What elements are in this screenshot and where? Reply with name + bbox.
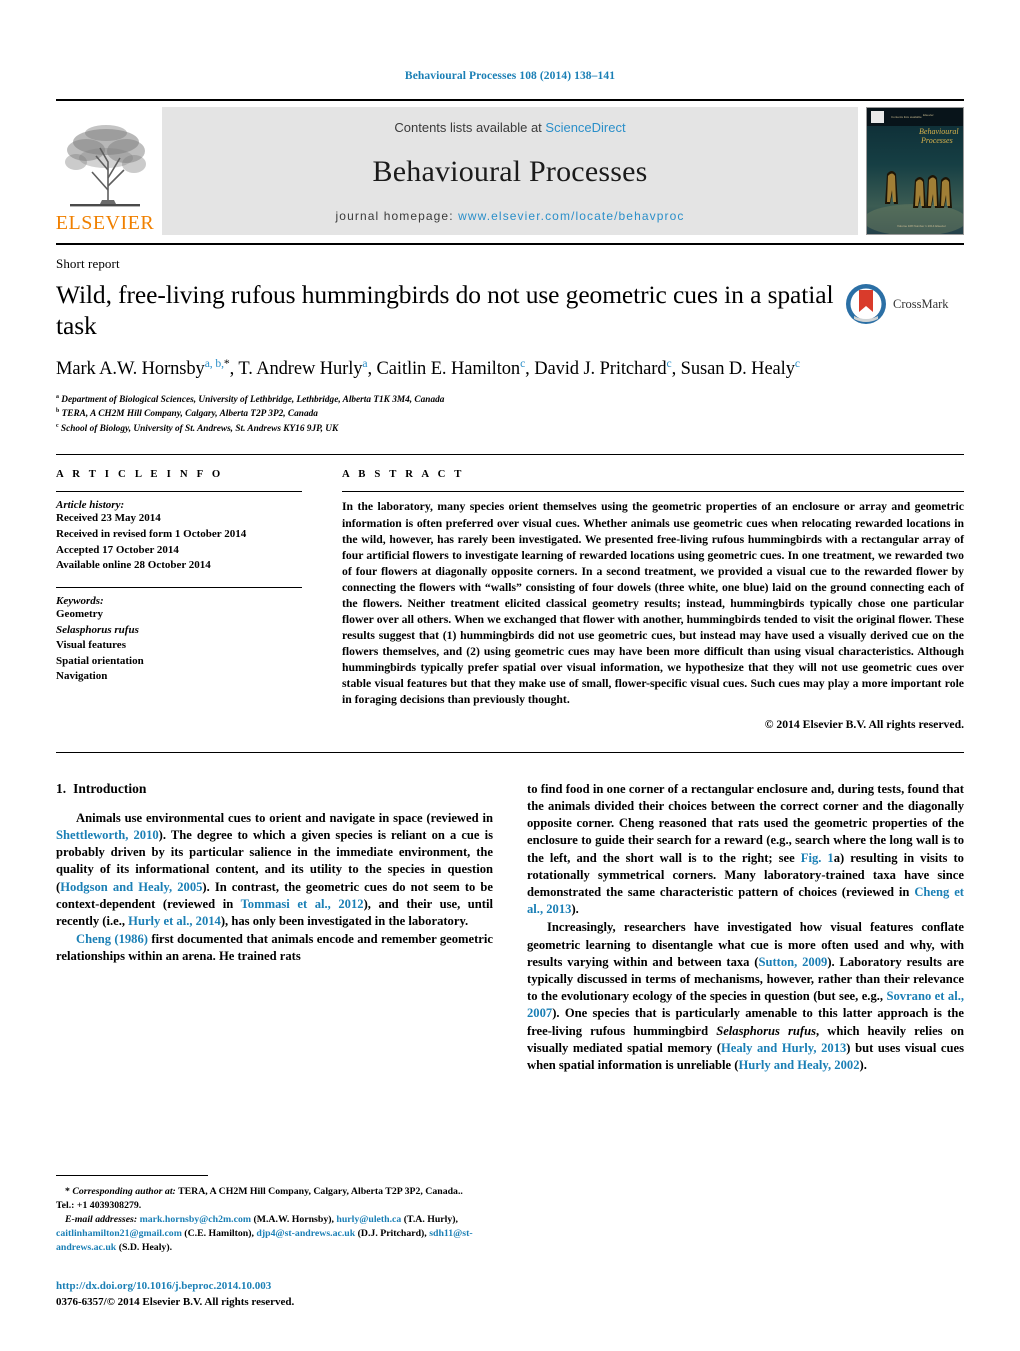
section-heading-introduction: 1. Introduction — [56, 781, 493, 797]
article-type-label: Short report — [56, 256, 120, 271]
keywords-block: Keywords: Geometry Selasphorus rufus Vis… — [56, 586, 302, 685]
abstract-rule — [342, 491, 964, 493]
divider-masthead-bottom — [56, 243, 964, 245]
running-head: Behavioural Processes 108 (2014) 138–141 — [404, 70, 616, 82]
body-column-right: to find food in one corner of a rectangu… — [527, 781, 964, 1075]
paragraph: to find food in one corner of a rectangu… — [527, 781, 964, 917]
affiliation-item: a Department of Biological Sciences, Uni… — [56, 393, 844, 408]
paragraph: Increasingly, researchers have investiga… — [527, 920, 965, 1072]
issn-copyright-line: 0376-6357/© 2014 Elsevier B.V. All right… — [56, 1296, 295, 1309]
abstract-copyright: © 2014 Elsevier B.V. All rights reserved… — [764, 717, 964, 731]
abstract-column: A B S T R A C T In the laboratory, many … — [342, 468, 964, 731]
divider-below-abstract — [56, 751, 964, 753]
affiliation-text: School of Biology, University of St. And… — [60, 424, 339, 435]
doi-block: http://dx.doi.org/10.1016/j.beproc.2014.… — [56, 1279, 294, 1311]
journal-cover-thumbnail: Contents lists available Elsevier Behavi… — [866, 107, 964, 235]
page-title: Wild, free-living rufous hummingbirds do… — [56, 280, 834, 341]
corresponding-author-note: * Corresponding author at: TERA, A CH2M … — [56, 1186, 463, 1212]
paragraph: Animals use environmental cues to orient… — [56, 810, 493, 928]
body-column-left: 1. Introduction Animals use environmental… — [56, 781, 493, 1075]
elsevier-logo: ELSEVIER — [56, 107, 154, 235]
crossmark-label: CrossMark — [893, 296, 949, 311]
abstract-heading: A B S T R A C T — [342, 468, 465, 481]
svg-text:Processes: Processes — [920, 136, 953, 145]
divider-above-abstract — [56, 454, 964, 456]
affiliation-marker: c — [56, 422, 59, 429]
body-columns: 1. Introduction Animals use environmental… — [56, 781, 964, 1075]
article-info-column: A R T I C L E I N F O Article history: R… — [56, 468, 302, 730]
info-abstract-row: A R T I C L E I N F O Article history: R… — [56, 468, 964, 731]
history-revised: Received in revised form 1 October 2014 — [56, 528, 247, 541]
affiliation-text: TERA, A CH2M Hill Company, Calgary, Albe… — [61, 409, 318, 420]
email-addresses-note: E-mail addresses: mark.hornsby@ch2m.com … — [56, 1214, 473, 1254]
svg-text:Behavioural: Behavioural — [919, 127, 959, 136]
journal-homepage-line: journal homepage: www.elsevier.com/locat… — [336, 209, 685, 223]
keyword-item: Visual features — [56, 639, 126, 652]
journal-cover-art: Contents lists available Elsevier Behavi… — [867, 108, 963, 234]
footnote-rule — [56, 1175, 208, 1177]
keyword-item: Spatial orientation — [56, 654, 144, 667]
svg-text:Contents lists available: Contents lists available — [891, 115, 922, 119]
section-title: Introduction — [73, 780, 147, 796]
affiliation-list: a Department of Biological Sciences, Uni… — [56, 393, 844, 437]
doi-link[interactable]: http://dx.doi.org/10.1016/j.beproc.2014.… — [56, 1279, 294, 1295]
contents-prefix: Contents lists available at — [394, 120, 546, 135]
homepage-prefix: journal homepage: — [335, 209, 459, 223]
affiliation-item: b TERA, A CH2M Hill Company, Calgary, Al… — [56, 407, 844, 422]
history-accepted: Accepted 17 October 2014 — [56, 543, 179, 556]
affiliation-text: Department of Biological Sciences, Unive… — [61, 395, 445, 406]
history-received: Received 23 May 2014 — [56, 512, 161, 525]
affiliation-item: c School of Biology, University of St. A… — [56, 422, 844, 437]
section-number: 1. — [56, 780, 67, 796]
affiliation-marker: b — [56, 408, 60, 415]
keyword-item: Navigation — [56, 670, 108, 683]
elsevier-tree-icon — [65, 125, 146, 207]
abstract-text: In the laboratory, many species orient t… — [342, 500, 964, 706]
article-history-label: Article history: — [56, 499, 125, 512]
history-online: Available online 28 October 2014 — [56, 559, 211, 572]
masthead-center-panel: Contents lists available at ScienceDirec… — [162, 107, 858, 235]
journal-masthead: ELSEVIER Contents lists available at Sci… — [56, 107, 964, 235]
crossmark-icon — [846, 284, 886, 324]
journal-article-page: Behavioural Processes 108 (2014) 138–141 — [0, 0, 1020, 1351]
keywords-rule — [56, 586, 302, 588]
article-info-heading: A R T I C L E I N F O — [56, 468, 224, 481]
footnote-block: * Corresponding author at: TERA, A CH2M … — [56, 1175, 482, 1255]
paragraph: Cheng (1986) first documented that anima… — [56, 932, 493, 964]
contents-available-line: Contents lists available at ScienceDirec… — [394, 120, 625, 135]
elsevier-wordmark: ELSEVIER — [55, 212, 155, 234]
svg-text:Volume 108 Number 1 2014 Elsev: Volume 108 Number 1 2014 Elsevier — [897, 224, 946, 228]
crossmark-badge[interactable]: CrossMark — [844, 272, 964, 326]
affiliation-marker: a — [56, 393, 59, 400]
article-info-rule — [56, 491, 302, 493]
svg-text:Elsevier: Elsevier — [923, 113, 934, 117]
keyword-item: Selasphorus rufus — [56, 623, 139, 636]
keyword-item: Geometry — [56, 607, 104, 620]
journal-homepage-link[interactable]: www.elsevier.com/locate/behavproc — [458, 209, 684, 223]
journal-title: Behavioural Processes — [372, 155, 648, 188]
title-block: Wild, free-living rufous hummingbirds do… — [56, 272, 964, 436]
keywords-label: Keywords: — [56, 594, 104, 607]
author-list: Mark A.W. Hornsbya, b,*, T. Andrew Hurly… — [56, 357, 800, 380]
divider-top — [56, 99, 964, 101]
sciencedirect-link[interactable]: ScienceDirect — [545, 120, 625, 135]
